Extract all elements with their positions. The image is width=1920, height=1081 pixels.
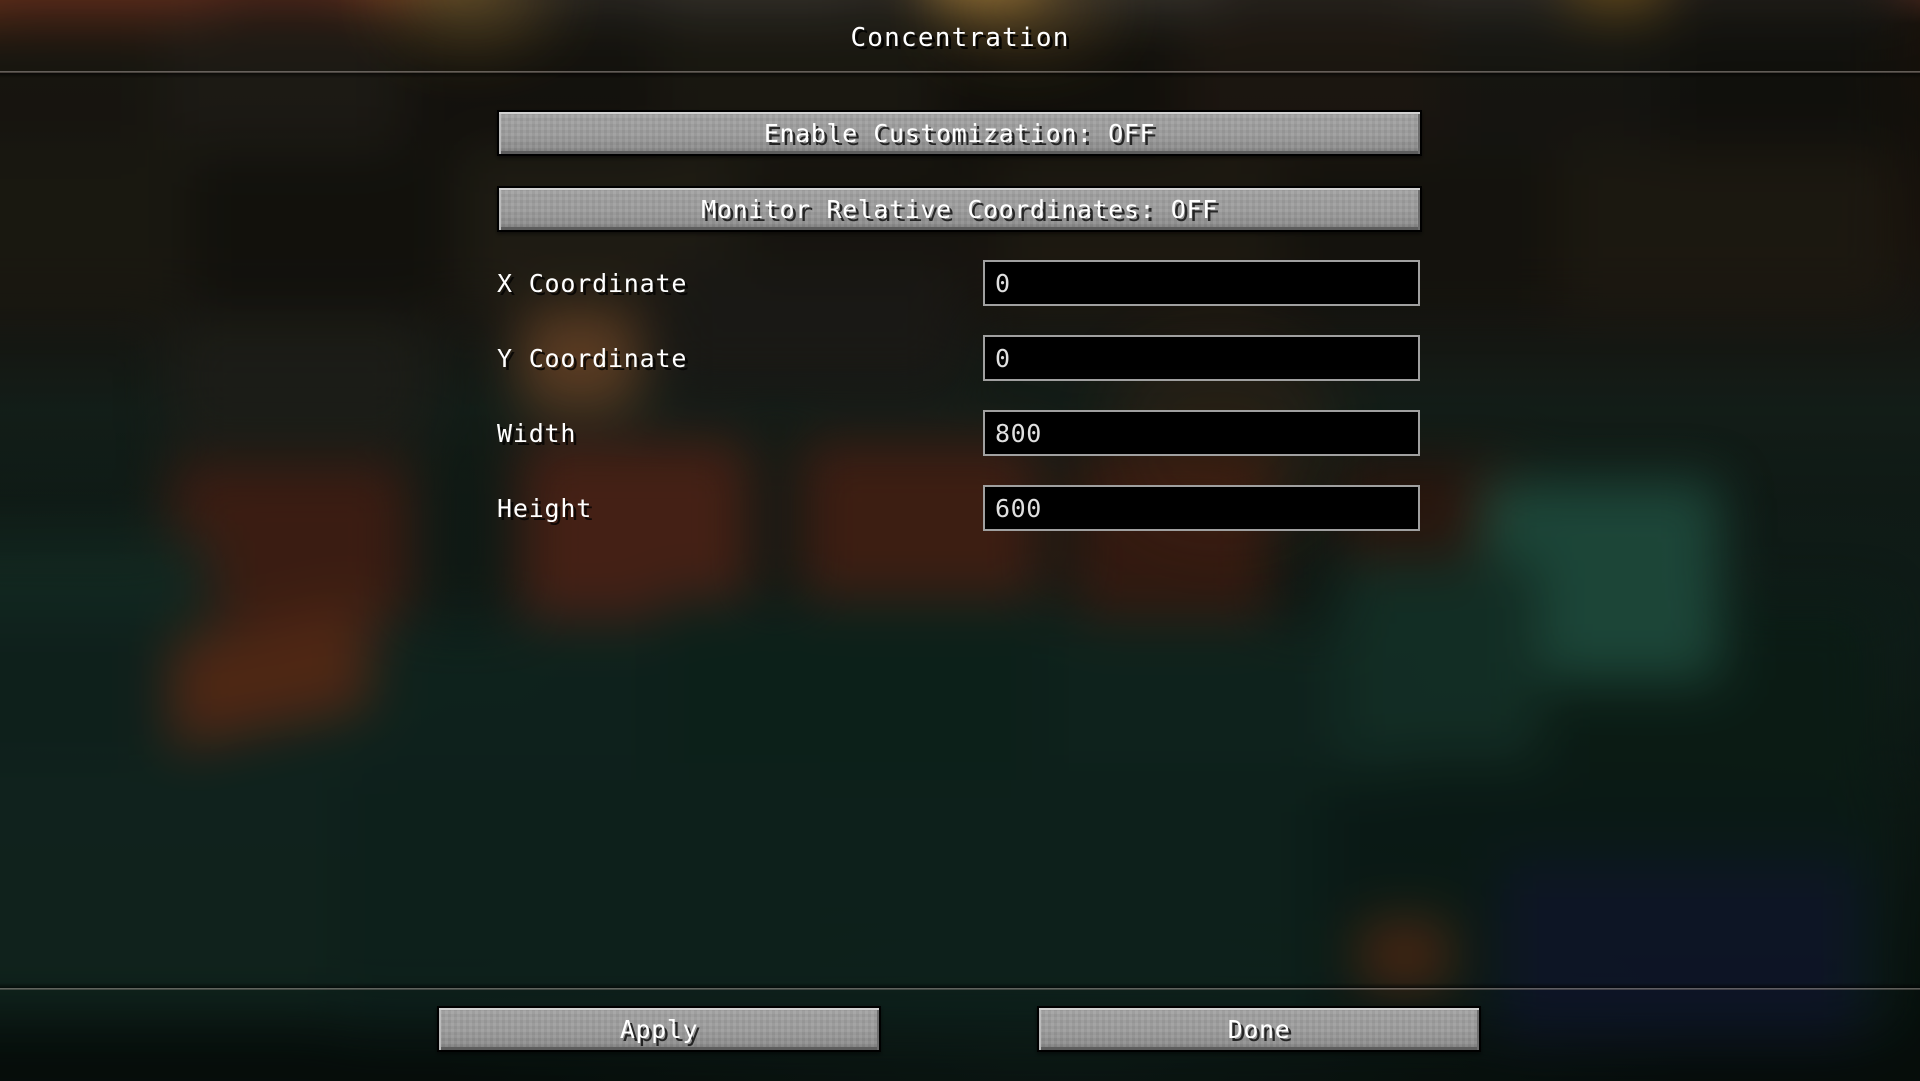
x-coordinate-label: X Coordinate xyxy=(497,268,688,298)
apply-button[interactable]: Apply xyxy=(437,1006,881,1052)
height-value: 600 xyxy=(995,493,1042,523)
game-options-screen: Concentration Enable Customization: OFF … xyxy=(0,0,1920,1081)
y-coordinate-label: Y Coordinate xyxy=(497,343,688,373)
options-list: Enable Customization: OFF Monitor Relati… xyxy=(0,0,1920,1081)
enable-customization-toggle-button[interactable]: Enable Customization: OFF xyxy=(497,110,1422,156)
monitor-relative-coordinates-label: Monitor Relative Coordinates: OFF xyxy=(701,194,1218,224)
width-input[interactable]: 800 xyxy=(983,410,1420,456)
y-coordinate-value: 0 xyxy=(995,343,1011,373)
apply-button-label: Apply xyxy=(619,1014,699,1044)
width-value: 800 xyxy=(995,418,1042,448)
height-input[interactable]: 600 xyxy=(983,485,1420,531)
y-coordinate-input[interactable]: 0 xyxy=(983,335,1420,381)
x-coordinate-input[interactable]: 0 xyxy=(983,260,1420,306)
monitor-relative-coordinates-toggle-button[interactable]: Monitor Relative Coordinates: OFF xyxy=(497,186,1422,232)
x-coordinate-value: 0 xyxy=(995,268,1011,298)
done-button[interactable]: Done xyxy=(1037,1006,1481,1052)
height-label: Height xyxy=(497,493,593,523)
enable-customization-label: Enable Customization: OFF xyxy=(763,118,1156,148)
done-button-label: Done xyxy=(1227,1014,1291,1044)
width-label: Width xyxy=(497,418,577,448)
